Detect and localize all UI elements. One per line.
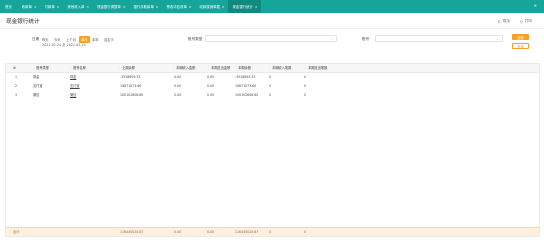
- close-icon[interactable]: ✕: [534, 3, 537, 8]
- table-footer-totals: 合计 116445020.87 0.00 0.00 116445020.87 0…: [6, 227, 539, 236]
- tab-label: 现金银行统计: [232, 5, 253, 9]
- tab-8[interactable]: 现金银行统计 ×: [227, 0, 261, 13]
- tab-label: 收款核销单据: [199, 5, 220, 9]
- date-to-separator: 至: [62, 42, 66, 47]
- col-income-count[interactable]: 本期收入笔数: [268, 64, 291, 73]
- tab-label: 收款单: [21, 5, 32, 9]
- tab-7[interactable]: 收款核销单据 ×: [195, 0, 228, 13]
- page-header: 现金银行统计 ⎘ 导出 ⎙ 打印: [0, 13, 544, 29]
- tab-label: 银行存取款单: [133, 5, 154, 9]
- cell-out-count: 0: [304, 93, 307, 97]
- cell-income: 0.00: [174, 93, 182, 97]
- tab-label: 现金银行调整单: [97, 5, 121, 9]
- total-in-count: 0: [269, 230, 272, 234]
- range-custom[interactable]: 自定义: [104, 37, 114, 42]
- cell-income: 0.00: [174, 84, 182, 88]
- chevron-down-icon: ⌄: [496, 37, 499, 41]
- cell-name-link[interactable]: 微信: [70, 91, 76, 100]
- col-account-type[interactable]: 账号类型: [32, 64, 49, 73]
- cell-prev: -3528659.33: [120, 75, 141, 79]
- search-button[interactable]: 搜索: [512, 34, 529, 40]
- total-balance: 116445020.87: [235, 230, 259, 234]
- tab-bar: 首页 收款单 × 付款单 × 其他收入单 × 现金银行调整单 × 银行存取款单 × 预收冲应收单 × 收款…: [0, 0, 544, 13]
- cell-balance: 19871073.60: [235, 84, 257, 88]
- settings-icon[interactable]: ⚙: [13, 64, 16, 73]
- chevron-down-icon: ⌄: [330, 37, 333, 41]
- tab-5[interactable]: 银行存取款单 ×: [129, 0, 162, 13]
- cell-name-link[interactable]: 现金: [70, 73, 76, 82]
- cell-expense: 0.00: [207, 84, 215, 88]
- cell-balance: 100102606.60: [235, 93, 259, 97]
- tab-1[interactable]: 收款单 ×: [17, 0, 40, 13]
- tab-label: 付款单: [44, 5, 55, 9]
- tab-label: 预收冲应收单: [166, 5, 187, 9]
- close-icon[interactable]: ×: [121, 5, 129, 9]
- row-number: 3: [15, 93, 18, 97]
- cell-in-count: 0: [269, 75, 272, 79]
- col-prev-balance[interactable]: 上期余额: [118, 64, 135, 73]
- cell-expense: 0.00: [207, 93, 215, 97]
- print-button[interactable]: ⎙ 打印: [520, 19, 532, 24]
- total-expense: 0.00: [207, 230, 215, 234]
- cell-out-count: 0: [304, 75, 307, 79]
- table-row[interactable]: 3 微信 微信 100102606.60 0.00 0.00 100102606…: [6, 91, 539, 100]
- date-label: 日期: [32, 37, 40, 41]
- page-title: 现金银行统计: [6, 19, 40, 25]
- cell-type: 支付宝: [33, 84, 43, 88]
- tab-2[interactable]: 付款单 ×: [40, 0, 63, 13]
- total-income: 0.00: [174, 230, 182, 234]
- close-icon[interactable]: ×: [32, 5, 40, 9]
- table-row[interactable]: 2 支付宝 支付宝 19871073.60 0.00 0.00 19871073…: [6, 82, 539, 91]
- cell-in-count: 0: [269, 84, 272, 88]
- date-range[interactable]: 2021-02-24 至 2021-03-24: [42, 42, 86, 47]
- cell-income: 0.00: [174, 75, 182, 79]
- close-icon[interactable]: ×: [84, 5, 92, 9]
- tab-0[interactable]: 首页: [0, 0, 17, 13]
- col-account-name[interactable]: 账号名称: [69, 64, 86, 73]
- col-expense-amount[interactable]: 本期支出金额: [207, 64, 230, 73]
- table-row[interactable]: 1 现金 现金 -3528659.33 0.00 0.00 -3528659.3…: [6, 73, 539, 82]
- total-out-count: 0: [304, 230, 307, 234]
- col-income-amount[interactable]: 本期收入金额: [172, 64, 195, 73]
- total-label: 合计: [13, 230, 20, 234]
- col-expense-count[interactable]: 本期支出笔数: [304, 64, 327, 73]
- close-icon[interactable]: ×: [55, 5, 63, 9]
- cell-out-count: 0: [304, 84, 307, 88]
- cell-balance: -3528659.33: [235, 75, 256, 79]
- account-label: 账号: [362, 37, 370, 41]
- cell-type: 现金: [33, 75, 40, 79]
- account-type-label: 账号类型: [188, 37, 203, 41]
- close-icon[interactable]: ×: [154, 5, 162, 9]
- close-icon[interactable]: ×: [253, 5, 261, 9]
- account-type-select[interactable]: ⌄: [205, 35, 337, 42]
- reset-button[interactable]: 重置: [512, 43, 529, 49]
- close-icon[interactable]: ×: [220, 5, 228, 9]
- cell-type: 微信: [33, 93, 40, 97]
- account-select[interactable]: ⌄: [375, 35, 503, 42]
- cell-expense: 0.00: [207, 75, 215, 79]
- tab-6[interactable]: 预收冲应收单 ×: [162, 0, 195, 13]
- tab-label: 其他收入单: [67, 5, 85, 9]
- tab-3[interactable]: 其他收入单 ×: [62, 0, 92, 13]
- total-prev: 116445020.87: [120, 230, 144, 234]
- row-number: 2: [15, 84, 18, 88]
- tab-label: 首页: [5, 5, 12, 9]
- tab-4[interactable]: 现金银行调整单 ×: [92, 0, 128, 13]
- print-icon: ⎙: [519, 19, 523, 24]
- cell-name-link[interactable]: 支付宝: [70, 82, 80, 91]
- export-icon: ⎘: [497, 19, 501, 24]
- date-to: 2021-03-24: [66, 42, 86, 47]
- row-number: 1: [15, 75, 18, 79]
- filter-panel: 日期 昨天 今天 上个月 本月 本年 自定义 2021-02-24 至 2021…: [0, 29, 544, 53]
- cell-prev: 19871073.60: [120, 84, 142, 88]
- col-balance[interactable]: 本期余额: [234, 64, 251, 73]
- cell-in-count: 0: [269, 93, 272, 97]
- cash-bank-table: ⚙ 账号类型 账号名称 上期余额 本期收入金额 本期支出金额 本期余额 本期收入…: [5, 63, 540, 237]
- date-from: 2021-02-24: [42, 42, 62, 47]
- close-icon[interactable]: ×: [187, 5, 195, 9]
- cell-prev: 100102606.60: [120, 93, 144, 97]
- table-header: ⚙ 账号类型 账号名称 上期余额 本期收入金额 本期支出金额 本期余额 本期收入…: [6, 64, 539, 73]
- range-this-year[interactable]: 本年: [92, 37, 99, 42]
- export-button[interactable]: ⎘ 导出: [498, 19, 510, 24]
